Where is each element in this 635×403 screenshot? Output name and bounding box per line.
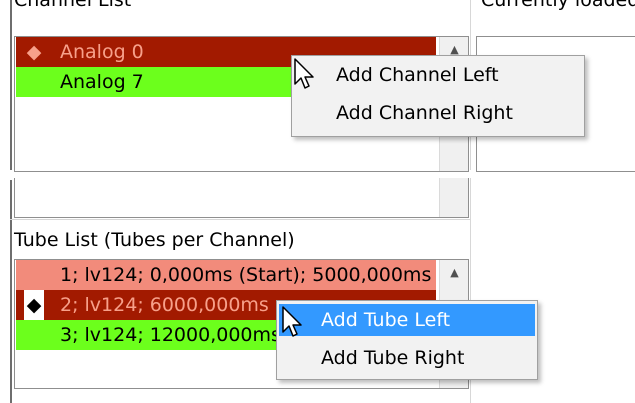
- channel-list-title: Channel List: [14, 0, 132, 11]
- channel-label: Analog 0: [60, 41, 144, 63]
- menu-item-add-tube-right[interactable]: Add Tube Right: [279, 342, 535, 374]
- tube-list-title: Tube List (Tubes per Channel): [14, 229, 295, 251]
- channel-context-menu: Add Channel Left Add Channel Right: [291, 55, 585, 137]
- tube-label: 3; lv124; 12000,000ms: [60, 324, 281, 346]
- menu-item-add-channel-left[interactable]: Add Channel Left: [294, 59, 582, 91]
- channel-group-bottom-edge: [10, 219, 471, 220]
- tube-label: 1; lv124; 0,000ms (Start); 5000,000ms: [60, 264, 432, 286]
- tube-context-menu: Add Tube Left Add Tube Right: [276, 300, 538, 380]
- channel-listbox-continued[interactable]: [14, 178, 469, 218]
- scroll-up-icon[interactable]: ▲: [440, 266, 468, 279]
- channel-label: Analog 7: [60, 71, 144, 93]
- menu-item-add-channel-right[interactable]: Add Channel Right: [294, 97, 582, 129]
- mouse-pointer-icon: [282, 306, 302, 337]
- mouse-pointer-icon: [294, 58, 314, 89]
- left-frame-edge-bottom: [10, 180, 12, 403]
- left-frame-edge-top: [10, 0, 12, 170]
- tube-label: 2; lv124; 6000,000ms: [60, 294, 269, 316]
- selected-marker-icon: ◆: [24, 290, 44, 320]
- currently-loaded-title: Currently loaded: [481, 0, 635, 11]
- menu-item-add-tube-left[interactable]: Add Tube Left: [279, 304, 535, 336]
- channel-scrollbar-continued[interactable]: [439, 178, 468, 217]
- selected-marker-icon: ◆: [26, 41, 42, 63]
- tube-list-item[interactable]: 1; lv124; 0,000ms (Start); 5000,000ms: [16, 260, 436, 290]
